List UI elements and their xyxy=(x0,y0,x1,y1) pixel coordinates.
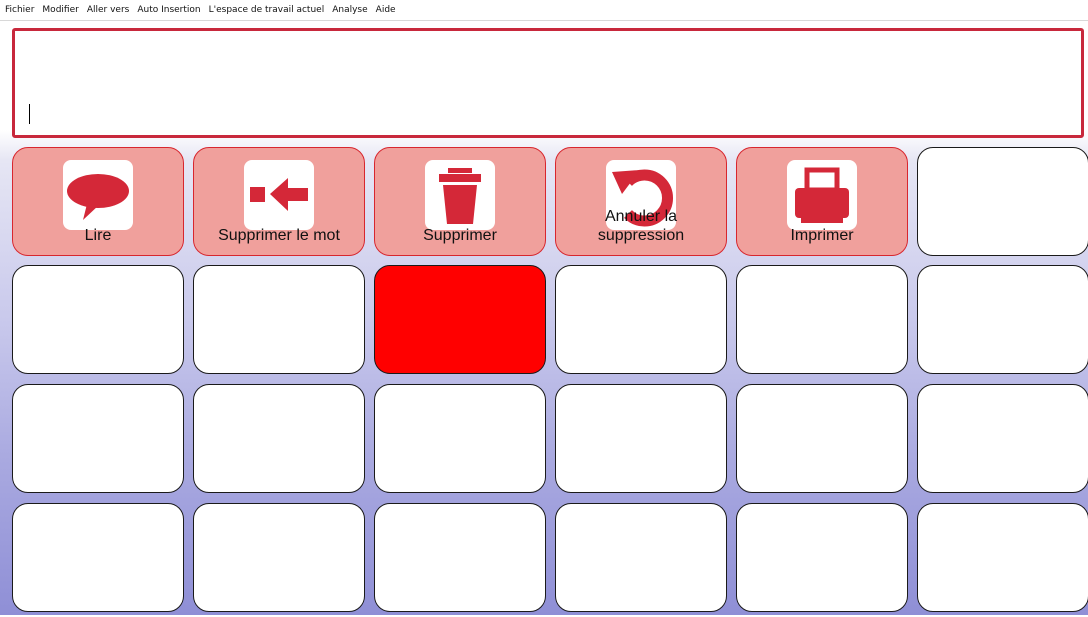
undo-delete-label-line2: suppression xyxy=(597,227,685,244)
menu-analyse[interactable]: Analyse xyxy=(328,5,371,15)
delete-button[interactable]: Supprimer xyxy=(374,147,546,256)
grid-cell[interactable] xyxy=(12,384,184,493)
grid-cell[interactable] xyxy=(193,265,365,374)
grid-cell-selected[interactable] xyxy=(374,265,546,374)
grid-cell[interactable] xyxy=(736,503,908,612)
grid-cell[interactable] xyxy=(555,265,727,374)
menu-aller-vers[interactable]: Aller vers xyxy=(83,5,134,15)
grid-cell[interactable] xyxy=(917,147,1088,256)
speech-bubble-icon xyxy=(63,160,133,230)
grid-cell[interactable] xyxy=(736,265,908,374)
printer-icon xyxy=(787,160,857,230)
menu-auto-insertion[interactable]: Auto Insertion xyxy=(133,5,204,15)
grid-cell[interactable] xyxy=(555,384,727,493)
grid-cell[interactable] xyxy=(374,384,546,493)
trash-can-icon xyxy=(425,160,495,230)
delete-word-arrow-icon xyxy=(244,160,314,230)
message-window[interactable] xyxy=(12,28,1084,138)
grid-cell[interactable] xyxy=(736,384,908,493)
menu-bar: Fichier Modifier Aller vers Auto Inserti… xyxy=(0,0,1088,21)
read-label: Lire xyxy=(84,227,112,244)
grid-cell[interactable] xyxy=(193,384,365,493)
grid-cell[interactable] xyxy=(917,265,1088,374)
undo-delete-label: Annuler la suppression xyxy=(556,207,726,245)
menu-fichier[interactable]: Fichier xyxy=(0,5,38,15)
menu-aide[interactable]: Aide xyxy=(372,5,400,15)
grid-cell[interactable] xyxy=(555,503,727,612)
grid-cell[interactable] xyxy=(374,503,546,612)
menu-espace-de-travail[interactable]: L'espace de travail actuel xyxy=(205,5,329,15)
grid-cell[interactable] xyxy=(12,265,184,374)
print-label: Imprimer xyxy=(790,227,854,244)
grid-cell[interactable] xyxy=(12,503,184,612)
print-button[interactable]: Imprimer xyxy=(736,147,908,256)
read-button[interactable]: Lire xyxy=(12,147,184,256)
text-caret xyxy=(29,104,30,124)
delete-word-button[interactable]: Supprimer le mot xyxy=(193,147,365,256)
delete-word-label: Supprimer le mot xyxy=(218,227,340,244)
grid-cell[interactable] xyxy=(193,503,365,612)
delete-label: Supprimer xyxy=(423,227,497,244)
grid-cell[interactable] xyxy=(917,384,1088,493)
undo-delete-button[interactable]: Annuler la suppression xyxy=(555,147,727,256)
grid-cell[interactable] xyxy=(917,503,1088,612)
undo-delete-label-line1: Annuler la xyxy=(604,208,678,225)
menu-modifier[interactable]: Modifier xyxy=(38,5,82,15)
button-grid: Lire Supprimer le mot Supprimer Annuler … xyxy=(12,147,1088,617)
